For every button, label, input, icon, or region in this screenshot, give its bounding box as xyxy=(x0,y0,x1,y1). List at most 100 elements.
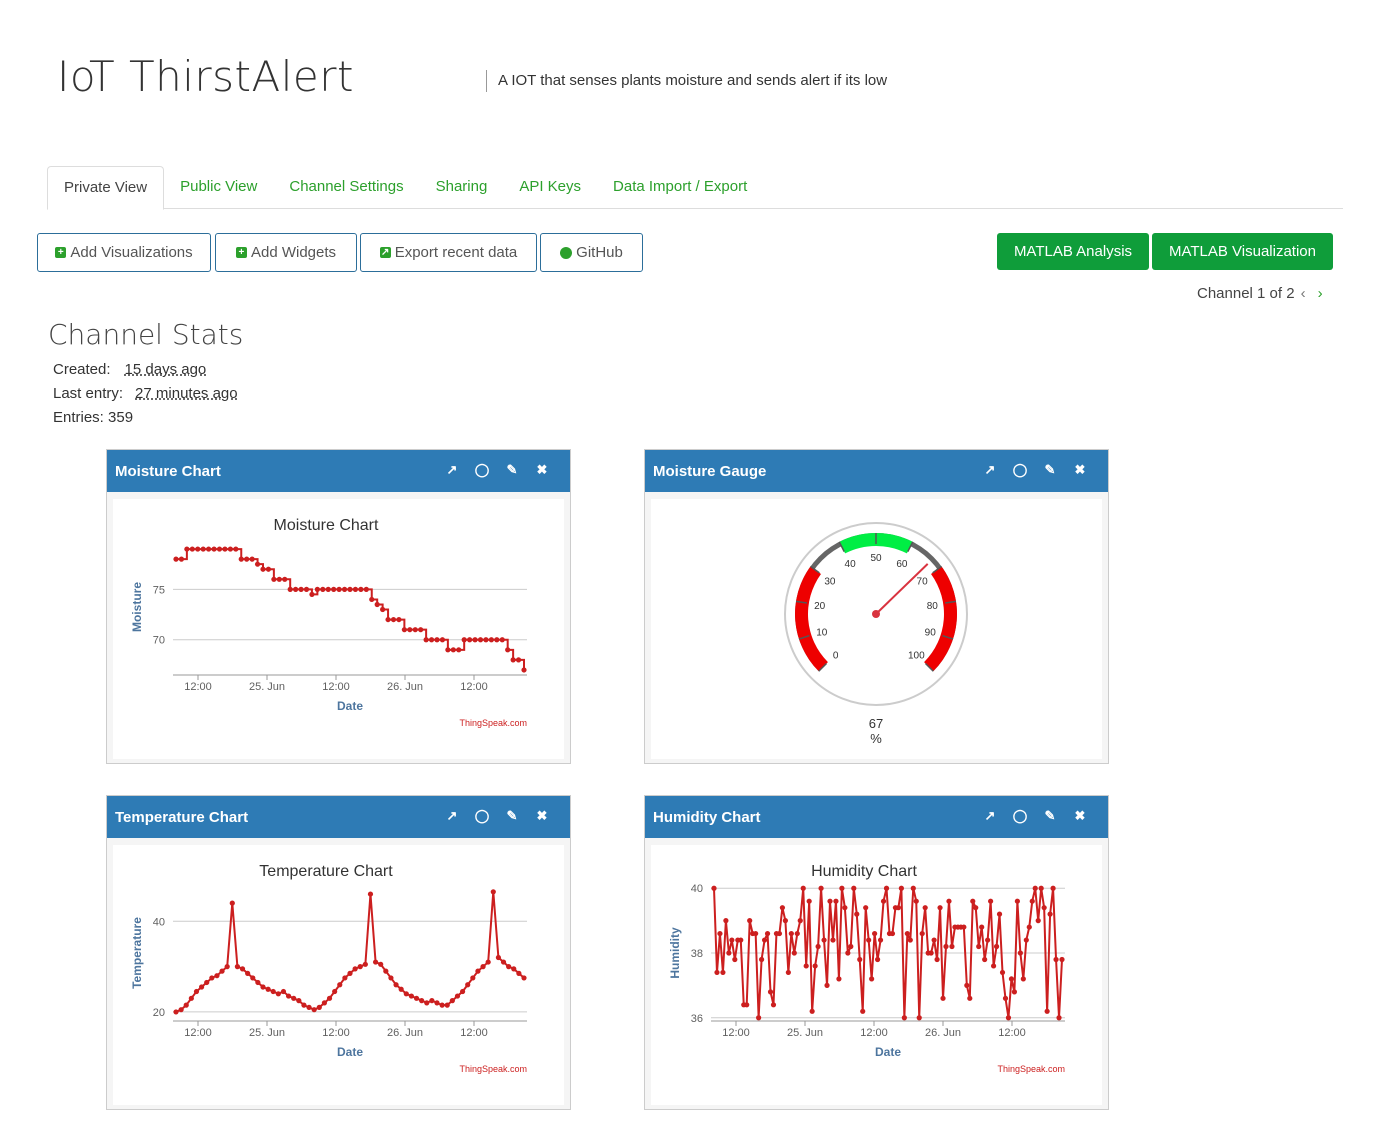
data-point xyxy=(265,986,271,992)
chevron-left-icon[interactable]: ‹ xyxy=(1301,285,1306,302)
matlab-analysis-button[interactable]: MATLAB Analysis xyxy=(997,233,1149,270)
pencil-icon[interactable]: ✎ xyxy=(1042,808,1058,824)
data-point xyxy=(444,1002,450,1008)
stat-entries: Entries: 359 xyxy=(53,409,134,426)
moisture-chart-widget: Moisture Chart ↗ ◯ ✎ ✖ Moisture Chart 70 7… xyxy=(106,449,571,764)
data-point xyxy=(396,616,402,623)
data-point xyxy=(316,1004,322,1010)
tab-public-view[interactable]: Public View xyxy=(164,166,273,209)
y-axis-label: Temperature xyxy=(130,917,144,989)
data-point xyxy=(1032,885,1038,891)
data-point xyxy=(872,930,878,937)
export-recent-data-button[interactable]: ↗ Export recent data xyxy=(360,233,537,272)
data-point xyxy=(429,998,435,1004)
data-point xyxy=(214,973,220,979)
github-button[interactable]: GitHub xyxy=(540,233,643,272)
external-link-icon[interactable]: ↗ xyxy=(982,808,998,824)
pencil-icon[interactable]: ✎ xyxy=(504,462,520,478)
data-point xyxy=(714,969,720,976)
tab-api-keys[interactable]: API Keys xyxy=(503,166,597,209)
pencil-icon[interactable]: ✎ xyxy=(1042,462,1058,478)
data-point xyxy=(934,956,940,963)
humidity-chart-widget: Humidity Chart ↗ ◯ ✎ ✖ Humidity Chart 36 3… xyxy=(644,795,1109,1110)
channel-pager: Channel 1 of 2 ‹ › xyxy=(1197,285,1323,302)
stat-created-value: 15 days ago xyxy=(124,361,207,378)
data-point xyxy=(848,943,854,950)
data-point xyxy=(916,1015,922,1021)
data-point xyxy=(495,954,502,961)
data-point xyxy=(922,905,928,911)
data-point xyxy=(216,546,223,552)
data-point xyxy=(403,991,409,997)
data-point xyxy=(341,586,348,592)
data-point xyxy=(363,586,369,592)
data-point xyxy=(265,566,272,572)
data-point xyxy=(326,995,333,1001)
data-point xyxy=(222,546,228,552)
x-tick-label: 25. Jun xyxy=(249,681,285,693)
data-point xyxy=(720,969,726,976)
tab-private-view[interactable]: Private View xyxy=(47,166,165,210)
data-point xyxy=(475,968,481,974)
pencil-icon[interactable]: ✎ xyxy=(504,808,520,824)
add-visualizations-button[interactable]: + Add Visualizations xyxy=(37,233,211,272)
add-widgets-button[interactable]: + Add Widgets xyxy=(215,233,357,272)
data-point xyxy=(423,637,429,643)
comment-icon[interactable]: ◯ xyxy=(1012,462,1028,478)
data-point xyxy=(188,995,194,1001)
data-point xyxy=(260,566,266,572)
data-point xyxy=(833,898,839,904)
data-point xyxy=(1020,976,1026,982)
data-point xyxy=(383,968,389,974)
data-point xyxy=(940,995,946,1001)
data-point xyxy=(285,993,292,999)
data-point xyxy=(488,637,494,643)
data-point xyxy=(282,576,288,582)
data-point xyxy=(761,937,768,943)
stat-created: Created: 15 days ago xyxy=(53,361,206,378)
data-point xyxy=(999,969,1006,976)
data-point xyxy=(477,637,484,643)
data-point xyxy=(189,546,195,552)
thingspeak-credit: ThingSpeak.com xyxy=(459,1064,527,1074)
data-point xyxy=(195,546,201,552)
chevron-right-icon[interactable]: › xyxy=(1318,285,1323,302)
x-tick-label: 25. Jun xyxy=(787,1027,823,1039)
data-point xyxy=(321,1000,328,1006)
close-icon[interactable]: ✖ xyxy=(534,462,550,478)
data-point xyxy=(434,1000,440,1006)
y-tick-label: 20 xyxy=(153,1007,165,1019)
data-point xyxy=(255,979,261,986)
gauge-tick-label: 60 xyxy=(896,559,908,570)
export-recent-data-label: Export recent data xyxy=(394,244,518,261)
external-link-icon[interactable]: ↗ xyxy=(444,462,460,478)
data-point xyxy=(1014,898,1020,904)
matlab-visualization-button[interactable]: MATLAB Visualization xyxy=(1152,233,1333,270)
data-point xyxy=(976,943,982,950)
data-point xyxy=(239,966,246,972)
external-link-icon[interactable]: ↗ xyxy=(444,808,460,824)
data-point xyxy=(510,657,516,663)
data-point xyxy=(964,982,970,988)
external-link-icon[interactable]: ↗ xyxy=(982,462,998,478)
close-icon[interactable]: ✖ xyxy=(1072,808,1088,824)
data-point xyxy=(788,930,794,937)
data-point xyxy=(919,930,925,937)
comment-icon[interactable]: ◯ xyxy=(1012,808,1028,824)
comment-icon[interactable]: ◯ xyxy=(474,462,490,478)
close-icon[interactable]: ✖ xyxy=(1072,462,1088,478)
data-point xyxy=(439,1002,445,1008)
tab-sharing[interactable]: Sharing xyxy=(420,166,504,209)
comment-icon[interactable]: ◯ xyxy=(474,808,490,824)
close-icon[interactable]: ✖ xyxy=(534,808,550,824)
tab-channel-settings[interactable]: Channel Settings xyxy=(273,166,419,209)
data-point xyxy=(866,937,872,943)
data-point xyxy=(332,988,338,995)
data-point xyxy=(880,898,887,904)
data-point xyxy=(747,918,753,924)
data-point xyxy=(336,586,342,592)
data-point xyxy=(445,647,451,653)
tab-data-import-export[interactable]: Data Import / Export xyxy=(597,166,763,209)
data-point xyxy=(860,1008,866,1014)
y-axis-label: Humidity xyxy=(668,927,682,979)
